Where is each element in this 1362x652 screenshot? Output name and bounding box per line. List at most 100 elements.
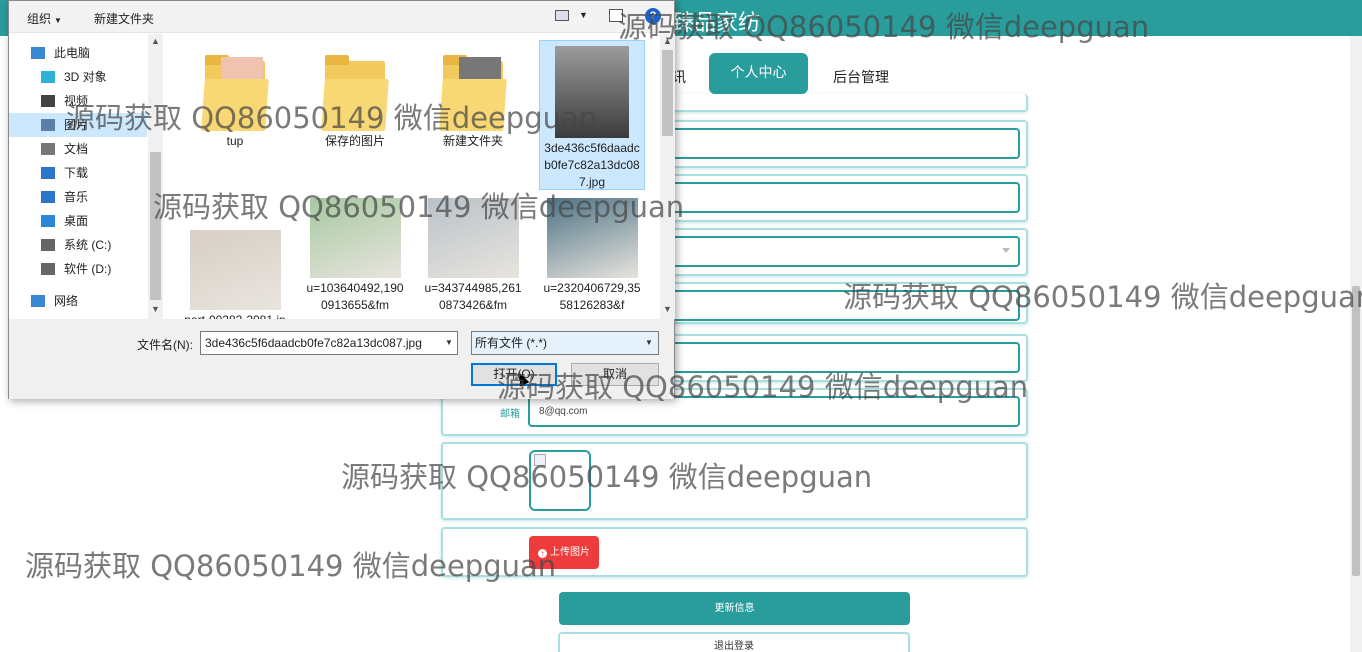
- file-name: u=343744985,2610873426&fm: [424, 281, 522, 312]
- file-name: u=103640492,1900913655&fm: [306, 281, 404, 312]
- email-label: 邮箱: [500, 409, 520, 420]
- file-name: u=2320406729,3558126283&f: [543, 281, 641, 312]
- drive-icon: [41, 239, 55, 251]
- preview-pane-icon[interactable]: [609, 9, 623, 22]
- folder-item[interactable]: 新建文件夹: [420, 51, 526, 150]
- folder-icon: [439, 51, 507, 131]
- computer-icon: [31, 47, 45, 59]
- image-thumbnail: [546, 198, 638, 278]
- file-name: 新建文件夹: [442, 134, 503, 148]
- logout-button[interactable]: 退出登录: [558, 632, 910, 652]
- dialog-toolbar: 组织 ▼ 新建文件夹 ▼ ?: [9, 1, 674, 33]
- image-thumbnail: [189, 230, 281, 310]
- image-thumbnail: [555, 46, 629, 138]
- nav-item-label: 软件 (D:): [64, 262, 112, 276]
- nav-item-label: 桌面: [64, 214, 89, 228]
- nav-item[interactable]: 此电脑: [9, 41, 147, 65]
- resize-grip-icon[interactable]: ⋰: [665, 389, 673, 398]
- nav-item[interactable]: 3D 对象: [9, 65, 147, 89]
- file-list-scrollbar[interactable]: ▲ ▼: [660, 34, 675, 319]
- file-scroll-thumb[interactable]: [662, 50, 673, 136]
- cancel-button[interactable]: 取消: [571, 363, 659, 386]
- nav-scroll-thumb[interactable]: [150, 152, 161, 300]
- filename-label: 文件名(N):: [137, 338, 193, 352]
- music-icon: [41, 191, 55, 203]
- file-name: tup: [226, 134, 244, 148]
- chevron-down-icon[interactable]: ▼: [579, 10, 588, 20]
- chevron-down-icon[interactable]: ▼: [445, 338, 453, 347]
- image-file-item[interactable]: u=2320406729,3558126283&f: [539, 198, 645, 314]
- chevron-down-icon: ▼: [54, 16, 62, 25]
- folder-icon: [321, 51, 389, 131]
- cube-icon: [41, 71, 55, 83]
- nav-item-label: 下载: [64, 166, 89, 180]
- upload-button-label: 上传图片: [550, 547, 590, 558]
- image-file-item[interactable]: u=343744985,2610873426&fm: [420, 198, 526, 314]
- desktop-icon: [41, 215, 55, 227]
- file-name: part-00282-2081.jpg: [182, 310, 288, 319]
- nav-item[interactable]: 网络: [9, 289, 147, 313]
- new-folder-button[interactable]: 新建文件夹: [94, 10, 154, 27]
- organize-menu[interactable]: 组织 ▼: [27, 10, 62, 27]
- page-scroll-thumb[interactable]: [1352, 286, 1360, 576]
- chevron-down-icon[interactable]: ▼: [645, 338, 653, 347]
- help-icon[interactable]: ?: [645, 8, 661, 24]
- image-thumbnail: [427, 198, 519, 278]
- image-file-item[interactable]: 3de436c5f6daadcb0fe7c82a13dc087.jpg: [539, 40, 645, 190]
- nav-item[interactable]: 视频: [9, 89, 147, 113]
- image-preview: [529, 450, 591, 511]
- upload-icon: ↑: [538, 549, 547, 558]
- nav-admin[interactable]: 后台管理: [833, 62, 889, 94]
- nav-item-label: 文档: [64, 142, 89, 156]
- nav-item[interactable]: 文档: [9, 137, 147, 161]
- image-file-item[interactable]: part-00282-2081.jpg: [182, 230, 288, 319]
- nav-item[interactable]: 下载: [9, 161, 147, 185]
- site-title: 臻品家纺: [672, 11, 761, 36]
- network-icon: [31, 295, 45, 307]
- scroll-up-icon[interactable]: ▲: [151, 36, 160, 46]
- filetype-select[interactable]: 所有文件 (*.*): [471, 331, 659, 355]
- nav-item[interactable]: 桌面: [9, 209, 147, 233]
- file-name: 3de436c5f6daadcb0fe7c82a13dc087.jpg: [544, 141, 640, 189]
- nav-item-label: 视频: [64, 94, 89, 108]
- document-icon: [41, 143, 55, 155]
- nav-item[interactable]: 图片: [9, 113, 147, 137]
- folder-item[interactable]: 保存的图片: [302, 51, 408, 150]
- broken-image-icon: [534, 454, 546, 466]
- picture-icon: [41, 119, 55, 131]
- email-field[interactable]: 8@qq.com: [528, 396, 1020, 427]
- nav-item-label: 系统 (C:): [64, 238, 112, 252]
- nav-personal-center[interactable]: 个人中心: [709, 53, 808, 94]
- nav-item-label: 3D 对象: [64, 70, 107, 84]
- nav-item-label: 此电脑: [54, 46, 91, 60]
- download-icon: [41, 167, 55, 179]
- video-icon: [41, 95, 55, 107]
- organize-label: 组织: [27, 12, 52, 26]
- navigation-pane: 此电脑 3D 对象视频图片文档下载音乐桌面系统 (C:) 软件 (D:) 网络 ▲ ▼: [9, 34, 163, 319]
- folder-icon: [201, 51, 269, 131]
- page-scrollbar[interactable]: [1350, 36, 1362, 652]
- nav-item-label: 网络: [54, 294, 79, 308]
- scroll-down-icon[interactable]: ▼: [151, 304, 160, 314]
- nav-item-label: 音乐: [64, 190, 89, 204]
- filename-input[interactable]: 3de436c5f6daadcb0fe7c82a13dc087.jpg: [200, 331, 458, 355]
- update-info-button[interactable]: 更新信息: [559, 592, 910, 625]
- file-name: 保存的图片: [324, 134, 385, 148]
- image-thumbnail: [309, 198, 401, 278]
- view-options-icon[interactable]: [555, 10, 569, 21]
- file-open-dialog: 组织 ▼ 新建文件夹 ▼ ? 此电脑 3D 对象 视频 图片 文档 下载 音乐 桌面 系统 (C:…: [8, 0, 675, 399]
- dialog-footer: 文件名(N): 3de436c5f6daadcb0fe7c82a13dc087.…: [9, 319, 674, 399]
- scroll-up-icon[interactable]: ▲: [663, 36, 672, 46]
- drive-icon: [41, 263, 55, 275]
- folder-item[interactable]: tup: [182, 51, 288, 150]
- nav-item[interactable]: 音乐: [9, 185, 147, 209]
- file-list: tup 保存的图片 新建文件夹 3de436c5f6daadcb0fe7c82a13d…: [164, 34, 660, 319]
- scroll-down-icon[interactable]: ▼: [663, 304, 672, 314]
- nav-scrollbar[interactable]: ▲ ▼: [148, 34, 163, 319]
- chevron-down-icon: [1002, 248, 1010, 253]
- nav-item[interactable]: 系统 (C:): [9, 233, 147, 257]
- nav-item[interactable]: 软件 (D:): [9, 257, 147, 281]
- image-file-item[interactable]: u=103640492,1900913655&fm: [302, 198, 408, 314]
- nav-item-label: 图片: [64, 118, 89, 132]
- upload-image-button[interactable]: ↑ 上传图片: [529, 536, 599, 569]
